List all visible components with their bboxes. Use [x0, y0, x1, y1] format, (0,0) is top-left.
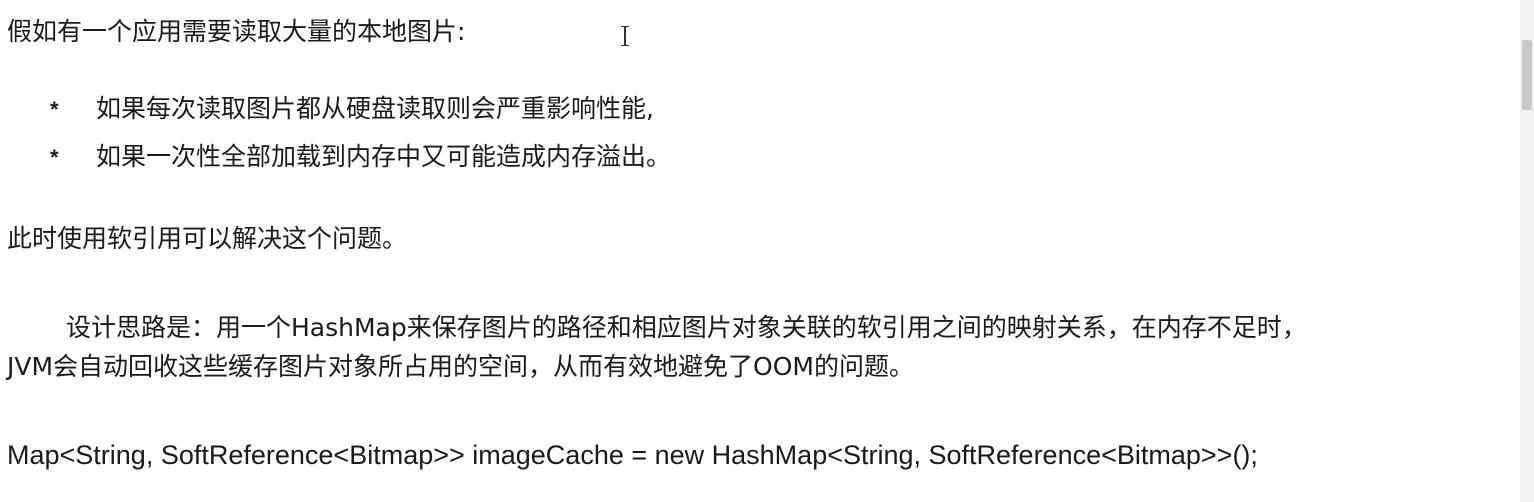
bullet-item: * 如果一次性全部加载到内存中又可能造成内存溢出。	[50, 140, 671, 175]
text-cursor-icon	[620, 26, 630, 46]
bullet-text: 如果一次性全部加载到内存中又可能造成内存溢出。	[96, 142, 672, 171]
bullet-item: * 如果每次读取图片都从硬盘读取则会严重影响性能,	[50, 92, 654, 127]
intro-text: 假如有一个应用需要读取大量的本地图片:	[7, 17, 466, 46]
scrollbar-thumb[interactable]	[1522, 40, 1532, 110]
design-paragraph-line-1: 设计思路是：用一个HashMap来保存图片的路径和相应图片对象关联的软引用之间的…	[66, 313, 1307, 342]
bullet-mark: *	[50, 145, 59, 170]
design-paragraph-line-2: JVM会自动回收这些缓存图片对象所占用的空间，从而有效地避免了OOM的问题。	[7, 352, 914, 381]
bullet-mark: *	[50, 97, 59, 122]
code-snippet: Map<String, SoftReference<Bitmap>> image…	[7, 440, 1258, 470]
vertical-scrollbar[interactable]	[1520, 0, 1534, 502]
solution-text: 此时使用软引用可以解决这个问题。	[7, 224, 408, 253]
bullet-text: 如果每次读取图片都从硬盘读取则会严重影响性能,	[96, 94, 654, 123]
